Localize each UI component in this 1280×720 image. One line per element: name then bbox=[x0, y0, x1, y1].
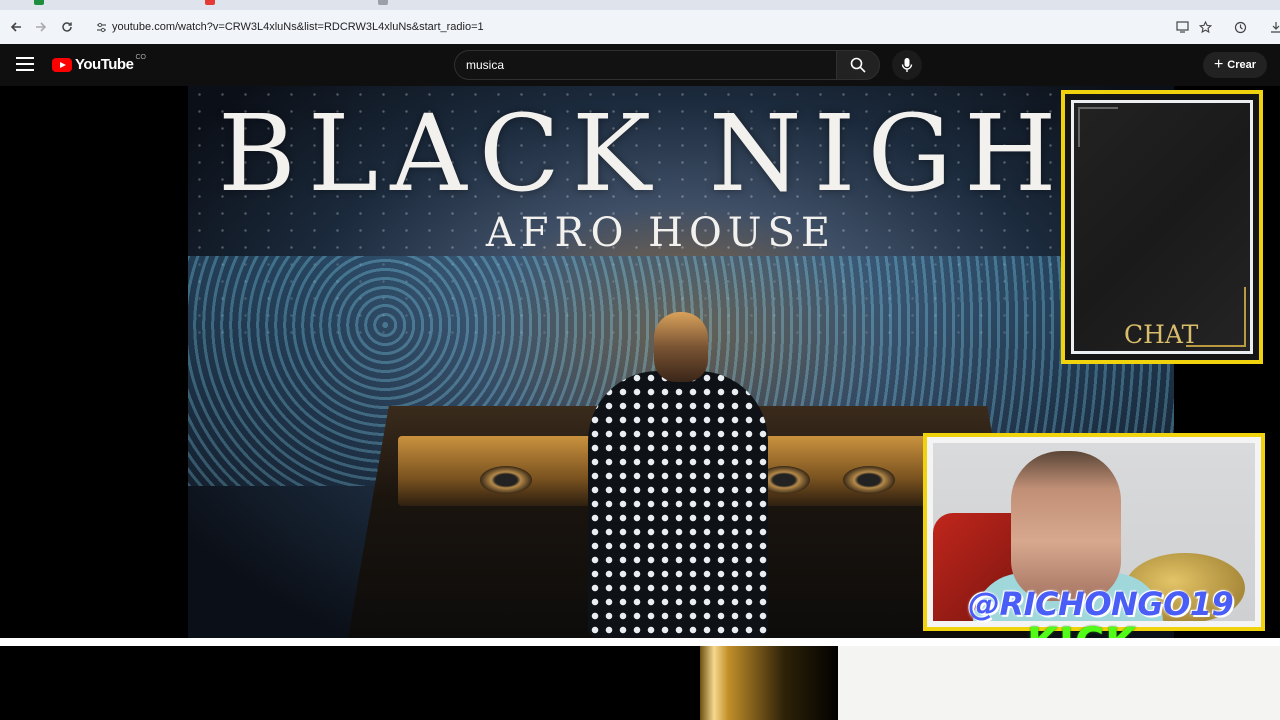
reload-button[interactable] bbox=[55, 15, 79, 39]
country-code: CO bbox=[135, 54, 146, 61]
tab-favicon-icon bbox=[378, 0, 388, 5]
search-button[interactable] bbox=[836, 50, 880, 80]
history-icon[interactable] bbox=[1230, 17, 1250, 37]
browser-tab-strip bbox=[0, 0, 1280, 10]
reload-icon bbox=[62, 22, 72, 32]
install-app-icon[interactable] bbox=[1172, 17, 1192, 37]
create-label: Crear bbox=[1227, 59, 1257, 71]
address-bar[interactable]: youtube.com/watch?v=CRW3L4xluNs&list=RDC… bbox=[88, 15, 1228, 39]
dj-head bbox=[654, 312, 708, 382]
chat-label: CHAT bbox=[1124, 320, 1199, 349]
chat-overlay: CHAT bbox=[1061, 90, 1263, 364]
next-video-preview[interactable] bbox=[0, 646, 1280, 720]
forward-button[interactable] bbox=[29, 15, 53, 39]
browser-toolbar: youtube.com/watch?v=CRW3L4xluNs&list=RDC… bbox=[0, 10, 1280, 44]
video-title-main: BLACK NIGHT bbox=[218, 92, 1152, 215]
voice-search-button[interactable] bbox=[892, 50, 922, 80]
tab-favicon-icon bbox=[205, 0, 215, 5]
arrow-left-icon bbox=[10, 22, 21, 32]
star-icon[interactable] bbox=[1195, 17, 1215, 37]
browser-tab[interactable] bbox=[378, 0, 388, 8]
turntable-icon bbox=[480, 466, 532, 494]
youtube-header: YouTube CO musica + Crear bbox=[0, 44, 1280, 86]
preview-light bbox=[700, 646, 840, 720]
streamer-handle: @RICHONGO19 bbox=[968, 585, 1234, 623]
browser-tab[interactable] bbox=[34, 0, 44, 8]
video-title-sub: AFRO HOUSE bbox=[485, 210, 837, 256]
tab-favicon-icon bbox=[34, 0, 44, 5]
arrow-right-icon bbox=[36, 22, 47, 32]
search-input[interactable]: musica bbox=[454, 50, 836, 80]
create-button[interactable]: + Crear bbox=[1203, 52, 1267, 78]
plus-icon: + bbox=[1213, 56, 1224, 73]
youtube-play-icon bbox=[52, 57, 72, 72]
microphone-icon bbox=[901, 58, 913, 72]
youtube-logo[interactable]: YouTube CO bbox=[52, 54, 146, 73]
menu-icon[interactable] bbox=[16, 57, 34, 71]
url-text: youtube.com/watch?v=CRW3L4xluNs&list=RDC… bbox=[112, 21, 484, 33]
youtube-logo-text: YouTube bbox=[75, 56, 134, 73]
corner-decoration bbox=[1078, 107, 1118, 147]
back-button[interactable] bbox=[4, 15, 28, 39]
chat-panel: CHAT bbox=[1071, 100, 1253, 354]
tune-icon[interactable] bbox=[94, 20, 108, 34]
turntable-icon bbox=[843, 466, 895, 494]
download-icon[interactable] bbox=[1266, 17, 1280, 37]
preview-panel bbox=[838, 646, 1280, 720]
search-bar: musica bbox=[454, 50, 880, 80]
divider bbox=[0, 638, 1280, 646]
streamer-face bbox=[1011, 451, 1121, 601]
browser-tab[interactable] bbox=[205, 0, 215, 8]
search-icon bbox=[850, 57, 866, 73]
dj-figure bbox=[588, 371, 768, 638]
